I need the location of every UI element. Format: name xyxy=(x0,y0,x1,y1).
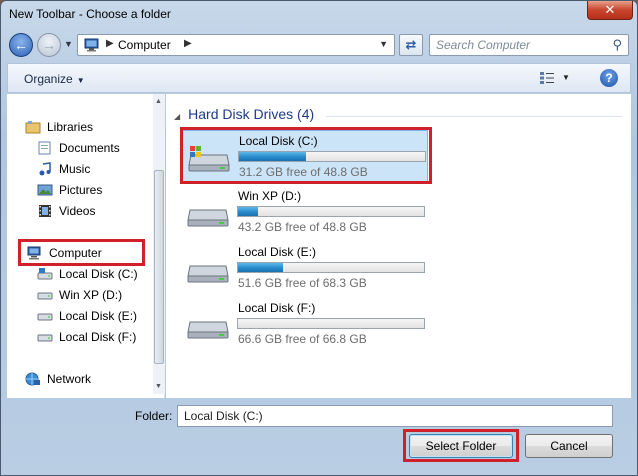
drive-free-space: 43.2 GB free of 48.8 GB xyxy=(238,220,367,234)
windows-drive-icon xyxy=(188,146,230,172)
view-options-dropdown[interactable]: ▼ xyxy=(562,73,570,82)
organize-label: Organize xyxy=(24,72,73,86)
pictures-icon xyxy=(37,184,53,196)
drive-icon xyxy=(187,321,229,339)
drive-item-f[interactable]: Local Disk (F:) 66.6 GB free of 66.8 GB xyxy=(180,298,428,350)
drive-free-space: 66.6 GB free of 66.8 GB xyxy=(238,332,367,346)
window-title: New Toolbar - Choose a folder xyxy=(9,7,171,21)
organize-button[interactable]: Organize ▼ xyxy=(24,72,85,86)
drive-icon xyxy=(37,292,53,300)
tree-item-label: Documents xyxy=(59,141,120,155)
cancel-button[interactable]: Cancel xyxy=(525,434,613,458)
search-placeholder: Search Computer xyxy=(436,38,531,52)
drive-icon xyxy=(187,209,229,227)
documents-icon xyxy=(38,141,51,155)
drive-item-c[interactable]: Local Disk (C:) 31.2 GB free of 48.8 GB xyxy=(180,130,428,182)
scroll-up-icon[interactable]: ▲ xyxy=(155,98,162,105)
address-bar[interactable]: ▶ Computer ▶ ▼ xyxy=(77,34,395,56)
drive-usage-bar xyxy=(237,262,425,273)
search-icon: ⚲ xyxy=(612,37,622,52)
drive-name: Win XP (D:) xyxy=(238,189,302,203)
computer-icon xyxy=(27,246,41,260)
refresh-button[interactable]: ⇄ xyxy=(399,34,423,56)
music-icon xyxy=(39,162,51,176)
tree-item-label: Win XP (D:) xyxy=(59,288,123,302)
tree-item-label: Local Disk (F:) xyxy=(59,330,137,344)
cancel-label: Cancel xyxy=(550,439,588,453)
tree-item-label: Videos xyxy=(59,204,96,218)
search-input[interactable]: Search Computer ⚲ xyxy=(429,34,629,56)
recent-pages-dropdown[interactable]: ▼ xyxy=(64,39,73,49)
drive-icon xyxy=(37,313,53,321)
tree-item-label: Local Disk (C:) xyxy=(59,267,138,281)
title-bar: New Toolbar - Choose a folder ✕ xyxy=(1,1,637,27)
drive-name: Local Disk (C:) xyxy=(239,134,318,148)
refresh-icon: ⇄ xyxy=(405,37,417,52)
select-folder-label: Select Folder xyxy=(425,439,497,453)
drive-icon xyxy=(37,334,53,342)
forward-arrow-icon: → xyxy=(42,37,56,53)
drive-usage-bar xyxy=(237,206,425,217)
drive-usage-bar xyxy=(238,151,426,162)
breadcrumb-chevron-icon[interactable]: ▶ xyxy=(184,38,192,49)
back-button[interactable]: ← xyxy=(9,33,33,57)
group-header-label: Hard Disk Drives (4) xyxy=(188,106,315,122)
libraries-icon xyxy=(25,121,41,134)
tree-item-label: Libraries xyxy=(47,120,94,134)
folder-label: Folder: xyxy=(135,409,173,423)
content-pane: ◢ Hard Disk Drives (4) Local Disk (C:) 31… xyxy=(166,94,631,398)
help-icon: ? xyxy=(605,71,613,85)
choose-folder-dialog: New Toolbar - Choose a folder ✕ ← → ▼ ▶ … xyxy=(0,0,638,476)
drive-item-d[interactable]: Win XP (D:) 43.2 GB free of 48.8 GB xyxy=(180,186,428,238)
folder-field[interactable]: Local Disk (C:) xyxy=(177,405,613,427)
videos-icon xyxy=(39,205,51,217)
breadcrumb-chevron-icon[interactable]: ▶ xyxy=(106,38,114,49)
drive-usage-fill xyxy=(239,152,306,161)
drive-free-space: 51.6 GB free of 68.3 GB xyxy=(238,276,367,290)
tree-item-label: Music xyxy=(59,162,91,176)
breadcrumb-computer[interactable]: Computer xyxy=(118,38,171,52)
address-dropdown-icon[interactable]: ▼ xyxy=(379,39,388,49)
drive-name: Local Disk (F:) xyxy=(238,301,316,315)
drive-usage-bar xyxy=(237,318,425,329)
drive-usage-fill xyxy=(238,207,259,216)
close-button[interactable]: ✕ xyxy=(587,1,633,20)
folder-field-value: Local Disk (C:) xyxy=(184,409,263,423)
back-arrow-icon: ← xyxy=(14,37,28,53)
drive-icon xyxy=(37,268,53,280)
forward-button[interactable]: → xyxy=(37,33,61,57)
collapse-group-icon[interactable]: ◢ xyxy=(174,112,180,121)
select-folder-button[interactable]: Select Folder xyxy=(409,434,513,458)
drive-name: Local Disk (E:) xyxy=(238,245,317,259)
close-icon: ✕ xyxy=(604,2,616,17)
tree-item-label: Computer xyxy=(49,246,102,260)
group-header-hard-disk-drives[interactable]: ◢ Hard Disk Drives (4) xyxy=(174,106,314,122)
drive-icon xyxy=(187,265,229,283)
drive-item-e[interactable]: Local Disk (E:) 51.6 GB free of 68.3 GB xyxy=(180,242,428,294)
scrollbar-thumb[interactable] xyxy=(154,170,164,364)
command-toolbar: Organize ▼ ▼ ? xyxy=(7,63,631,93)
navigation-pane: Libraries Documents Music Pictures Video… xyxy=(7,94,165,398)
tree-item-label: Pictures xyxy=(59,183,103,197)
tree-item-label: Network xyxy=(47,372,92,386)
drive-free-space: 31.2 GB free of 48.8 GB xyxy=(239,165,368,179)
help-button[interactable]: ? xyxy=(600,69,618,87)
change-view-icon[interactable] xyxy=(540,72,554,84)
group-divider xyxy=(326,116,622,117)
navigation-scrollbar[interactable]: ▲ ▼ xyxy=(153,94,165,394)
navigation-bar: ← → ▼ ▶ Computer ▶ ▼ ⇄ Search Computer ⚲ xyxy=(1,29,637,61)
network-icon xyxy=(25,372,40,386)
scroll-down-icon[interactable]: ▼ xyxy=(155,383,162,390)
computer-icon xyxy=(84,38,99,52)
drive-usage-fill xyxy=(238,263,283,272)
tree-item-label: Local Disk (E:) xyxy=(59,309,138,323)
chevron-down-icon: ▼ xyxy=(76,76,85,85)
